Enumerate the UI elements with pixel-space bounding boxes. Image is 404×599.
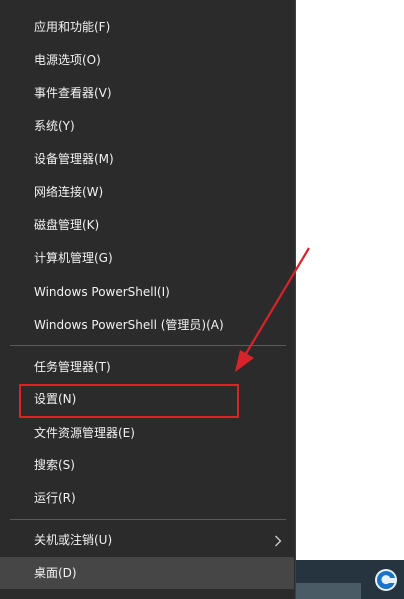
browser-icon[interactable]: [374, 568, 398, 592]
menu-item-run[interactable]: 运行(R): [0, 482, 294, 514]
menu-item-disk-management[interactable]: 磁盘管理(K): [0, 209, 294, 241]
screen: 应用和功能(F) 电源选项(O) 事件查看器(V) 系统(Y) 设备管理器(M)…: [0, 0, 404, 599]
menu-item-powershell-admin[interactable]: Windows PowerShell (管理员)(A): [0, 309, 294, 341]
menu-item-settings[interactable]: 设置(N): [0, 383, 294, 415]
menu-item-search[interactable]: 搜索(S): [0, 449, 294, 481]
menu-item-task-manager[interactable]: 任务管理器(T): [0, 351, 294, 383]
menu-item-computer-management[interactable]: 计算机管理(G): [0, 242, 294, 274]
menu-item-label: 关机或注销(U): [34, 533, 113, 547]
menu-item-shutdown-or-sign-out[interactable]: 关机或注销(U): [0, 524, 294, 556]
menu-item-system[interactable]: 系统(Y): [0, 110, 294, 142]
menu-item-network-connections[interactable]: 网络连接(W): [0, 176, 294, 208]
chevron-right-icon: [274, 524, 282, 556]
menu-item-apps-and-features[interactable]: 应用和功能(F): [0, 11, 294, 43]
taskbar-button[interactable]: [296, 583, 361, 599]
winx-context-menu: 应用和功能(F) 电源选项(O) 事件查看器(V) 系统(Y) 设备管理器(M)…: [0, 0, 296, 599]
menu-item-device-manager[interactable]: 设备管理器(M): [0, 143, 294, 175]
menu-separator: [10, 345, 286, 346]
menu-item-file-explorer[interactable]: 文件资源管理器(E): [0, 417, 294, 449]
menu-item-powershell[interactable]: Windows PowerShell(I): [0, 276, 294, 308]
menu-separator: [10, 519, 286, 520]
menu-item-desktop[interactable]: 桌面(D): [0, 557, 294, 589]
menu-item-power-options[interactable]: 电源选项(O): [0, 44, 294, 76]
menu-item-event-viewer[interactable]: 事件查看器(V): [0, 77, 294, 109]
